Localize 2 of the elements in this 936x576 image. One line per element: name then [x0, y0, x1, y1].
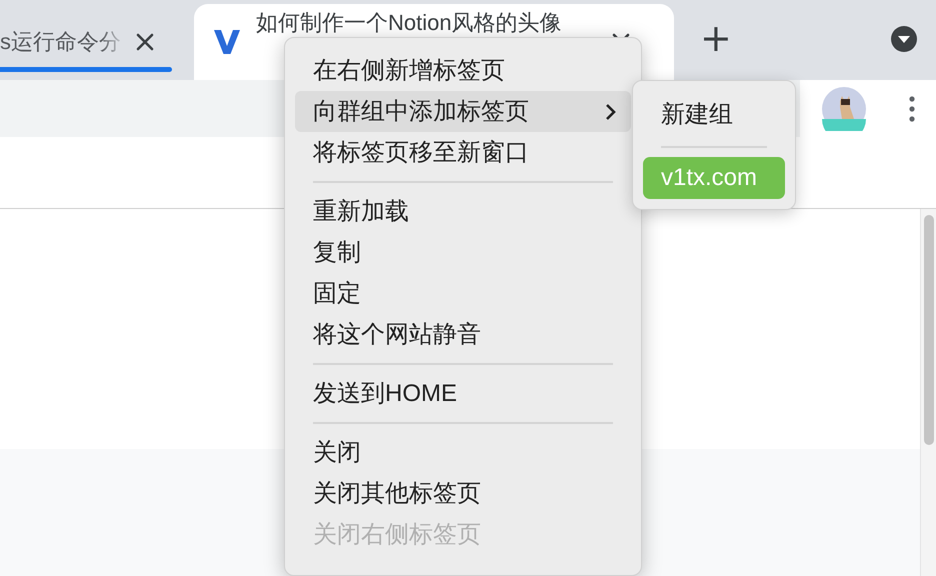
tab-title: s运行命令分 [0, 28, 122, 56]
tab-title: 如何制作一个Notion风格的头像 [256, 10, 563, 36]
